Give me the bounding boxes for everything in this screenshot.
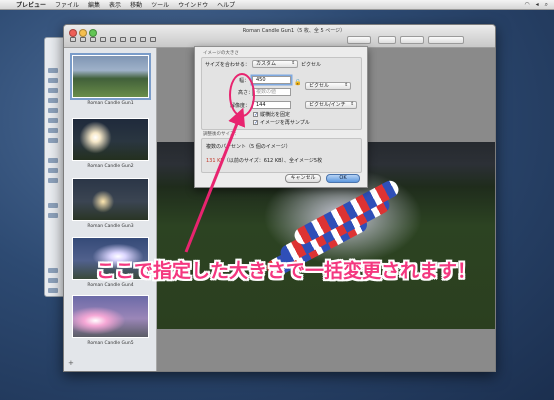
annotation-caption: ここで指定した大きさで一括変更されます！ — [96, 260, 477, 282]
annotation-arrow — [184, 107, 246, 253]
